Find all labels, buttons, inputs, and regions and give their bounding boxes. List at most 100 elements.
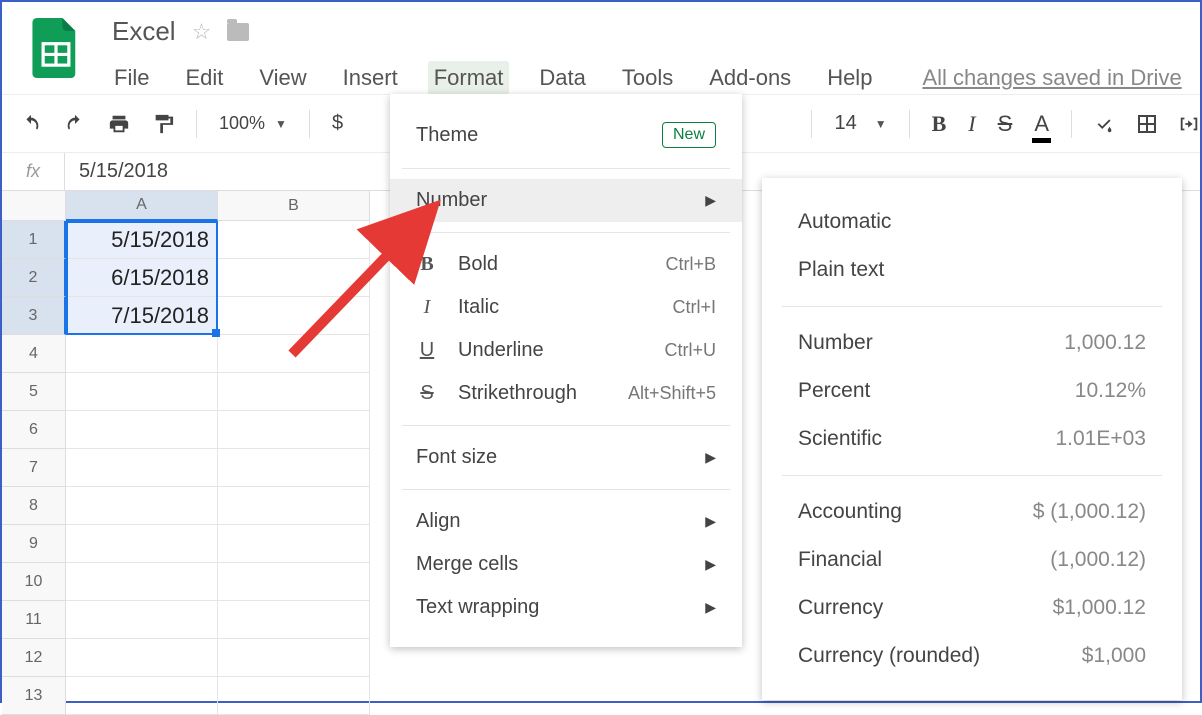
menu-tools[interactable]: Tools <box>616 61 679 95</box>
format-italic[interactable]: IItalic Ctrl+I <box>390 286 742 329</box>
undo-icon[interactable] <box>20 113 42 135</box>
cell[interactable] <box>218 563 370 601</box>
cell-B1[interactable] <box>218 221 370 259</box>
cell[interactable] <box>66 677 218 715</box>
borders-button[interactable] <box>1138 115 1156 133</box>
number-percent[interactable]: Percent10.12% <box>762 367 1182 415</box>
save-status[interactable]: All changes saved in Drive <box>922 65 1181 91</box>
cell[interactable] <box>66 335 218 373</box>
fill-color-button[interactable] <box>1094 113 1116 135</box>
menu-insert[interactable]: Insert <box>337 61 404 95</box>
select-all-corner[interactable] <box>2 191 66 221</box>
cell-B3[interactable] <box>218 297 370 335</box>
menu-help[interactable]: Help <box>821 61 878 95</box>
star-icon[interactable]: ☆ <box>192 19 212 45</box>
row-header[interactable]: 8 <box>2 487 66 525</box>
row-header[interactable]: 6 <box>2 411 66 449</box>
col-header-B[interactable]: B <box>218 191 370 221</box>
format-bold[interactable]: BBold Ctrl+B <box>390 243 742 286</box>
shortcut: Ctrl+B <box>665 254 716 275</box>
shortcut: Ctrl+U <box>664 340 716 361</box>
row-header[interactable]: 9 <box>2 525 66 563</box>
redo-icon[interactable] <box>64 113 86 135</box>
label: Percent <box>798 379 870 403</box>
folder-icon[interactable] <box>227 23 249 41</box>
format-align-label: Align <box>416 510 460 533</box>
format-strike[interactable]: SStrikethrough Alt+Shift+5 <box>390 372 742 415</box>
cell[interactable] <box>66 449 218 487</box>
zoom-select[interactable]: 100%▼ <box>219 113 287 134</box>
format-dropdown: Theme New Number ▶ BBold Ctrl+B IItalic … <box>390 94 742 647</box>
currency-format-button[interactable]: $ <box>332 112 343 135</box>
cell[interactable] <box>66 487 218 525</box>
cell[interactable] <box>66 639 218 677</box>
formula-value[interactable]: 5/15/2018 <box>65 160 168 183</box>
row-header[interactable]: 12 <box>2 639 66 677</box>
cell[interactable] <box>218 373 370 411</box>
format-merge[interactable]: Merge cells ▶ <box>390 543 742 586</box>
row-header[interactable]: 4 <box>2 335 66 373</box>
cell[interactable] <box>66 373 218 411</box>
fontsize-select[interactable]: 14▼ <box>834 112 886 135</box>
cell-A3[interactable]: 7/15/2018 <box>66 297 218 335</box>
cell[interactable] <box>218 525 370 563</box>
row-header[interactable]: 1 <box>2 221 66 259</box>
separator <box>309 110 310 138</box>
format-fontsize[interactable]: Font size ▶ <box>390 436 742 479</box>
row-header[interactable]: 11 <box>2 601 66 639</box>
menu-edit[interactable]: Edit <box>179 61 229 95</box>
row-header[interactable]: 13 <box>2 677 66 715</box>
menu-view[interactable]: View <box>253 61 312 95</box>
row-header[interactable]: 3 <box>2 297 66 335</box>
menu-file[interactable]: File <box>108 61 155 95</box>
merge-button[interactable] <box>1178 113 1200 135</box>
cell[interactable] <box>218 411 370 449</box>
paint-format-icon[interactable] <box>152 113 174 135</box>
menu-format[interactable]: Format <box>428 61 510 95</box>
col-header-A[interactable]: A <box>66 191 218 221</box>
menu-data[interactable]: Data <box>533 61 591 95</box>
number-accounting[interactable]: Accounting$ (1,000.12) <box>762 488 1182 536</box>
cell-A2[interactable]: 6/15/2018 <box>66 259 218 297</box>
cell-B2[interactable] <box>218 259 370 297</box>
number-currency-rounded[interactable]: Currency (rounded)$1,000 <box>762 632 1182 680</box>
number-scientific[interactable]: Scientific1.01E+03 <box>762 415 1182 463</box>
number-number[interactable]: Number1,000.12 <box>762 319 1182 367</box>
bold-icon: B <box>416 253 438 276</box>
number-plaintext[interactable]: Plain text <box>762 246 1182 294</box>
text-color-button[interactable]: A <box>1034 111 1049 137</box>
row-header[interactable]: 7 <box>2 449 66 487</box>
number-automatic[interactable]: Automatic <box>762 198 1182 246</box>
row-header[interactable]: 2 <box>2 259 66 297</box>
doc-title[interactable]: Excel <box>112 16 176 47</box>
print-icon[interactable] <box>108 113 130 135</box>
menu-addons[interactable]: Add-ons <box>703 61 797 95</box>
cell[interactable] <box>66 411 218 449</box>
separator <box>196 110 197 138</box>
cell[interactable] <box>218 487 370 525</box>
bold-button[interactable]: B <box>932 111 947 137</box>
cell[interactable] <box>66 563 218 601</box>
format-wrap[interactable]: Text wrapping ▶ <box>390 586 742 629</box>
cell[interactable] <box>218 449 370 487</box>
format-number[interactable]: Number ▶ <box>390 179 742 222</box>
cell[interactable] <box>66 525 218 563</box>
row-header[interactable]: 5 <box>2 373 66 411</box>
label: Currency (rounded) <box>798 644 980 668</box>
format-theme[interactable]: Theme New <box>390 112 742 158</box>
strike-button[interactable]: S <box>998 111 1013 137</box>
number-financial[interactable]: Financial(1,000.12) <box>762 536 1182 584</box>
cell[interactable] <box>218 335 370 373</box>
italic-button[interactable]: I <box>968 111 975 137</box>
number-currency[interactable]: Currency$1,000.12 <box>762 584 1182 632</box>
cell[interactable] <box>218 639 370 677</box>
cell-A1[interactable]: 5/15/2018 <box>66 221 218 259</box>
cell[interactable] <box>218 601 370 639</box>
format-underline[interactable]: UUnderline Ctrl+U <box>390 329 742 372</box>
format-wrap-label: Text wrapping <box>416 596 539 619</box>
format-align[interactable]: Align ▶ <box>390 500 742 543</box>
cell[interactable] <box>66 601 218 639</box>
row-header[interactable]: 10 <box>2 563 66 601</box>
cell[interactable] <box>218 677 370 715</box>
format-fontsize-label: Font size <box>416 446 497 469</box>
